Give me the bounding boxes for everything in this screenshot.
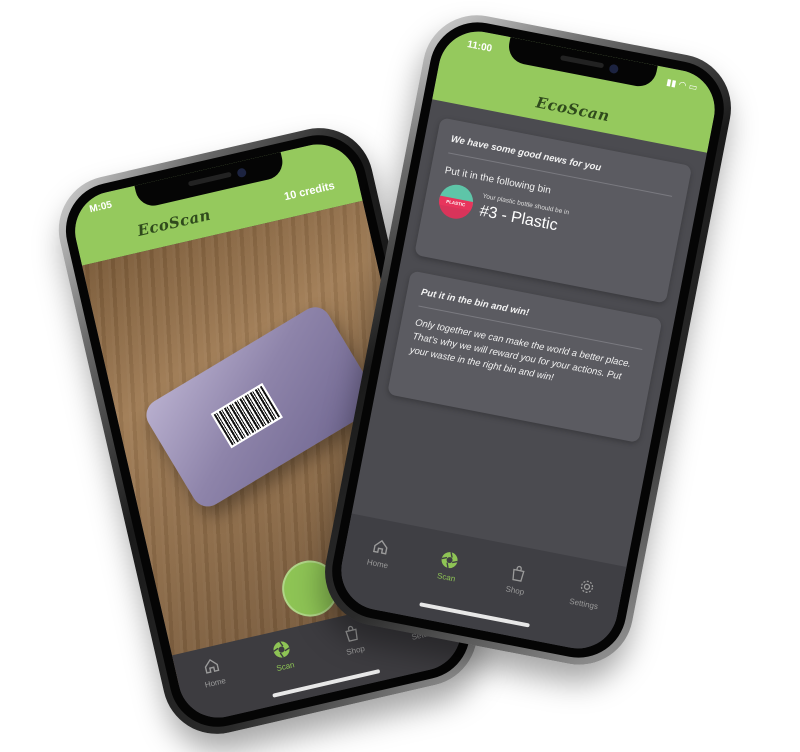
home-icon (370, 536, 391, 557)
phone-result-screen: 11:00 ▮▮ ◠ ▭ EcoScan We have some good n… (315, 5, 741, 675)
tab-settings[interactable]: Settings (553, 572, 618, 614)
barcode (210, 383, 283, 449)
signal-wifi-battery-icon: ▮▮ ◠ ▭ (665, 76, 699, 93)
tab-label: Home (366, 557, 389, 571)
phone-bezel: 11:00 ▮▮ ◠ ▭ EcoScan We have some good n… (323, 14, 733, 666)
tab-home[interactable]: Home (347, 532, 412, 574)
tab-label: Shop (345, 643, 366, 657)
result-screen: 11:00 ▮▮ ◠ ▭ EcoScan We have some good n… (334, 24, 722, 656)
good-news-card: We have some good news for you Put it in… (414, 117, 693, 304)
app-logo: EcoScan (135, 205, 213, 240)
tab-label: Settings (568, 596, 599, 612)
gear-icon (576, 576, 597, 597)
aperture-icon (439, 550, 460, 571)
home-icon (201, 655, 223, 677)
tab-scan[interactable]: Scan (416, 546, 481, 588)
tab-label: Scan (275, 660, 296, 674)
tab-label: Shop (504, 584, 525, 597)
plastic-bin-icon: PLASTIC (436, 181, 476, 222)
tab-label: Home (203, 676, 227, 690)
shopping-bag-icon (341, 623, 363, 645)
shopping-bag-icon (508, 563, 529, 584)
tab-scan[interactable]: Scan (250, 634, 315, 678)
status-time: 11:00 (466, 39, 493, 55)
aperture-icon (271, 639, 293, 661)
status-time: M:05 (88, 199, 114, 216)
credits-badge[interactable]: 10 credits (283, 180, 336, 203)
reward-card: Put it in the bin and win! Only together… (387, 270, 663, 443)
tab-label: Scan (436, 571, 457, 584)
app-logo: EcoScan (534, 93, 612, 126)
tab-shop[interactable]: Shop (485, 559, 550, 601)
tab-home[interactable]: Home (180, 650, 245, 694)
